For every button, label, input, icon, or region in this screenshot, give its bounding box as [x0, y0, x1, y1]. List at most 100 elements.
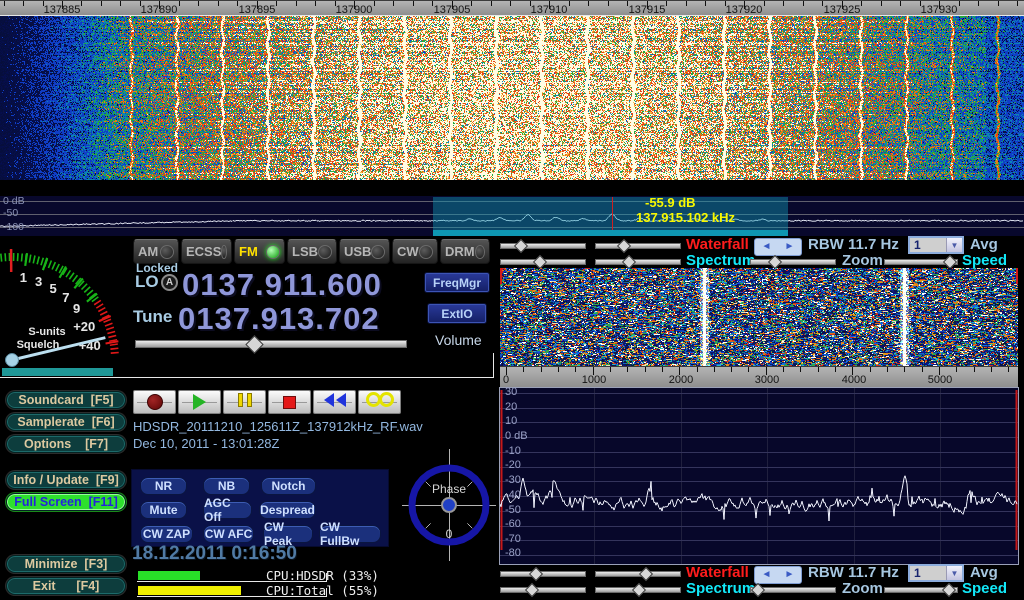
cpu-total-label: CPU:Total (55%) [266, 584, 379, 598]
speed-label-2: Speed [962, 581, 1007, 597]
cw-peak-button[interactable]: CW Peak [263, 525, 313, 543]
play-button[interactable] [178, 390, 221, 414]
slider-thumb[interactable] [617, 239, 631, 253]
mute-button[interactable]: Mute [140, 501, 187, 519]
despread-button[interactable]: Despread [259, 501, 316, 519]
rbw-decrease-button[interactable]: ◄ [762, 570, 772, 580]
nr-button[interactable]: NR [140, 477, 187, 495]
waterfall-contrast-slider[interactable] [595, 243, 681, 249]
rewind-button[interactable] [313, 390, 356, 414]
mode-label: AM [138, 244, 158, 259]
db-axis-label: 0 dB [3, 196, 25, 207]
nb-button[interactable]: NB [203, 477, 250, 495]
mode-button-usb[interactable]: USB [339, 239, 390, 264]
avg-dropdown[interactable]: 1 ▼ [908, 236, 964, 254]
mode-led [475, 245, 485, 259]
local-datetime: 18.12.2011 0:16:50 [132, 543, 297, 565]
lo-frequency-display[interactable]: 0137.911.600 [182, 269, 382, 300]
af-spectrum-display[interactable] [500, 388, 1018, 564]
agc-button[interactable]: AGC Off [203, 501, 252, 519]
mode-button-drm[interactable]: DRM [440, 239, 490, 264]
cw-zap-button[interactable]: CW ZAP [140, 525, 193, 543]
mode-led [221, 245, 227, 259]
extio-button[interactable]: ExtIO [427, 303, 487, 324]
options-button[interactable]: Options [F7] [6, 435, 126, 453]
info-update-button[interactable]: Info / Update [F9] [6, 471, 126, 489]
speed-slider[interactable] [884, 259, 958, 265]
notch-button[interactable]: Notch [261, 477, 316, 495]
mode-label: USB [344, 244, 371, 259]
s-units-label: S-units [18, 326, 76, 338]
mode-led [371, 245, 385, 259]
zoom-slider[interactable] [750, 259, 836, 265]
lo-auto-button[interactable]: A [161, 274, 178, 291]
record-icon [147, 394, 163, 410]
mode-button-ecss[interactable]: ECSS [181, 239, 232, 264]
spectrum-brightness-slider-2[interactable] [500, 587, 586, 593]
exit-button[interactable]: Exit [F4] [6, 577, 126, 595]
slider-thumb[interactable] [533, 255, 547, 269]
cw-afc-button[interactable]: CW AFC [203, 525, 254, 543]
af-frequency-ruler[interactable]: 0 1000 2000 3000 4000 5000 [500, 366, 1018, 388]
main-frequency-ruler[interactable]: 137885 137890 137895 137900 137905 13791… [0, 0, 1024, 16]
loop-button[interactable] [358, 390, 401, 414]
minimize-button[interactable]: Minimize [F3] [6, 555, 126, 573]
rbw-decrease-button[interactable]: ◄ [762, 242, 772, 252]
mode-led [419, 245, 433, 259]
speed-slider-2[interactable] [884, 587, 958, 593]
phase-value: 0 [424, 528, 474, 541]
tune-frequency-display[interactable]: 0137.913.702 [178, 303, 380, 334]
slider-thumb[interactable] [639, 567, 653, 581]
rbw-increase-button[interactable]: ► [785, 570, 795, 580]
spectrum-contrast-slider[interactable] [595, 259, 681, 265]
af-tick-label: 4000 [842, 375, 866, 386]
slider-thumb[interactable] [632, 583, 646, 597]
squelch-label: Squelch [8, 339, 68, 351]
avg-dropdown-2[interactable]: 1 ▼ [908, 564, 964, 582]
phase-scope [402, 449, 496, 561]
mode-button-fm[interactable]: FM [234, 239, 285, 264]
waterfall-brightness-slider[interactable] [500, 243, 586, 249]
freqmgr-button[interactable]: FreqMgr [424, 272, 490, 293]
slider-thumb[interactable] [622, 255, 636, 269]
spectrum-brightness-slider[interactable] [500, 259, 586, 265]
spectrum-contrast-slider-2[interactable] [595, 587, 681, 593]
stop-button[interactable] [268, 390, 311, 414]
zoom-slider-thumb[interactable] [768, 255, 782, 269]
rbw-spinner: ◄ ► [754, 238, 802, 256]
cursor-db-readout: -55.9 dB [645, 196, 696, 210]
cpu-total-fill [138, 586, 241, 595]
recording-filename: HDSDR_20111210_125611Z_137912kHz_RF.wav [133, 419, 423, 434]
chevron-down-icon[interactable]: ▼ [946, 566, 962, 580]
mode-button-cw[interactable]: CW [392, 239, 438, 264]
slider-thumb[interactable] [514, 239, 528, 253]
af-db-label: -70 [505, 534, 521, 545]
pause-button[interactable] [223, 390, 266, 414]
speed-slider-thumb[interactable] [942, 583, 956, 597]
avg-label-2: Avg [970, 565, 998, 581]
af-tick-label: 2000 [669, 375, 693, 386]
af-waterfall-display[interactable] [500, 268, 1018, 366]
af-db-label: -50 [505, 505, 521, 516]
fullscreen-button[interactable]: Full Screen [F11] [6, 493, 126, 511]
zoom-label-2: Zoom [842, 581, 883, 597]
waterfall-brightness-slider-2[interactable] [500, 571, 586, 577]
zoom-slider-2[interactable] [750, 587, 836, 593]
volume-slider[interactable] [135, 340, 407, 348]
slider-thumb[interactable] [525, 583, 539, 597]
speed-slider-thumb[interactable] [943, 255, 957, 269]
waterfall-contrast-slider-2[interactable] [595, 571, 681, 577]
slider-thumb[interactable] [529, 567, 543, 581]
freq-tick-label: 137900 [336, 5, 373, 16]
mode-button-lsb[interactable]: LSB [287, 239, 337, 264]
cw-fullbw-button[interactable]: CW FullBw [319, 525, 381, 543]
chevron-down-icon[interactable]: ▼ [946, 238, 962, 252]
record-button[interactable] [133, 390, 176, 414]
volume-slider-thumb[interactable] [245, 335, 263, 353]
rbw-increase-button[interactable]: ► [785, 242, 795, 252]
soundcard-button[interactable]: Soundcard [F5] [6, 391, 126, 409]
squelch-level-bar[interactable] [2, 368, 113, 376]
main-waterfall-display[interactable] [0, 0, 1024, 180]
af-tick-label: 1000 [582, 375, 606, 386]
samplerate-button[interactable]: Samplerate [F6] [6, 413, 126, 431]
